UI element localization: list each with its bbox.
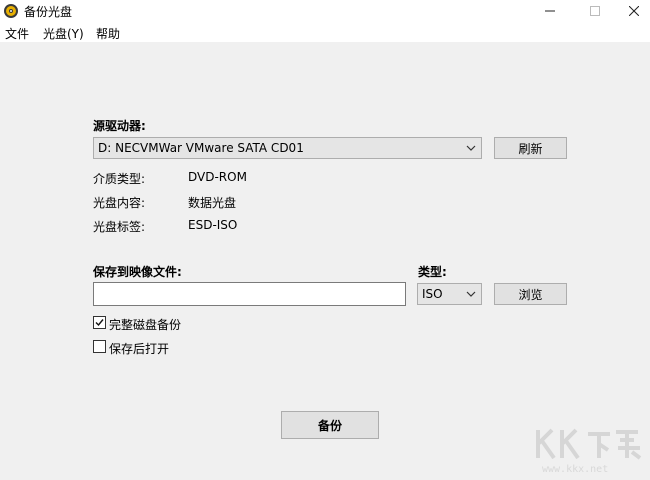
full-backup-checkbox[interactable] bbox=[93, 316, 106, 329]
checkmark-icon bbox=[95, 319, 104, 327]
disc-icon bbox=[4, 4, 18, 18]
close-icon bbox=[628, 6, 639, 16]
watermark-logo bbox=[536, 428, 642, 460]
close-button[interactable] bbox=[617, 0, 650, 22]
disc-content-value: 数据光盘 bbox=[188, 196, 237, 210]
disc-content-label: 光盘内容: bbox=[93, 196, 146, 210]
backup-button[interactable]: 备份 bbox=[281, 411, 379, 439]
open-after-save-label[interactable]: 保存后打开 bbox=[109, 340, 169, 357]
window-title: 备份光盘 bbox=[24, 5, 73, 19]
chevron-down-icon bbox=[466, 291, 476, 297]
image-path-input[interactable] bbox=[93, 282, 406, 306]
watermark-url: www.kkx.net bbox=[542, 464, 609, 475]
disc-label-label: 光盘标签: bbox=[93, 220, 146, 234]
minimize-button[interactable] bbox=[527, 0, 573, 22]
menu-help[interactable]: 帮助 bbox=[96, 25, 120, 42]
image-type-select[interactable]: ISO bbox=[417, 283, 482, 305]
minimize-icon bbox=[545, 10, 555, 12]
menu-bar: 文件 光盘(Y) 帮助 bbox=[0, 22, 650, 42]
chevron-down-icon bbox=[466, 145, 476, 151]
image-type-value: ISO bbox=[422, 287, 443, 301]
title-bar: 备份光盘 bbox=[0, 0, 650, 22]
menu-disc[interactable]: 光盘(Y) bbox=[43, 25, 84, 42]
disc-label-value: ESD-ISO bbox=[188, 218, 238, 232]
type-label: 类型: bbox=[418, 265, 447, 279]
source-drive-select[interactable]: D: NECVMWar VMware SATA CD01 bbox=[93, 137, 482, 159]
maximize-button[interactable] bbox=[572, 0, 618, 22]
maximize-icon bbox=[590, 6, 600, 16]
source-drive-value: D: NECVMWar VMware SATA CD01 bbox=[98, 141, 304, 155]
media-type-value: DVD-ROM bbox=[188, 170, 247, 184]
full-backup-label[interactable]: 完整磁盘备份 bbox=[109, 316, 181, 333]
browse-button[interactable]: 浏览 bbox=[494, 283, 567, 305]
media-type-label: 介质类型: bbox=[93, 172, 146, 186]
menu-file[interactable]: 文件 bbox=[5, 25, 29, 42]
refresh-button[interactable]: 刷新 bbox=[494, 137, 567, 159]
save-image-label: 保存到映像文件: bbox=[93, 265, 182, 279]
source-drive-label: 源驱动器: bbox=[93, 119, 146, 133]
open-after-save-checkbox[interactable] bbox=[93, 340, 106, 353]
